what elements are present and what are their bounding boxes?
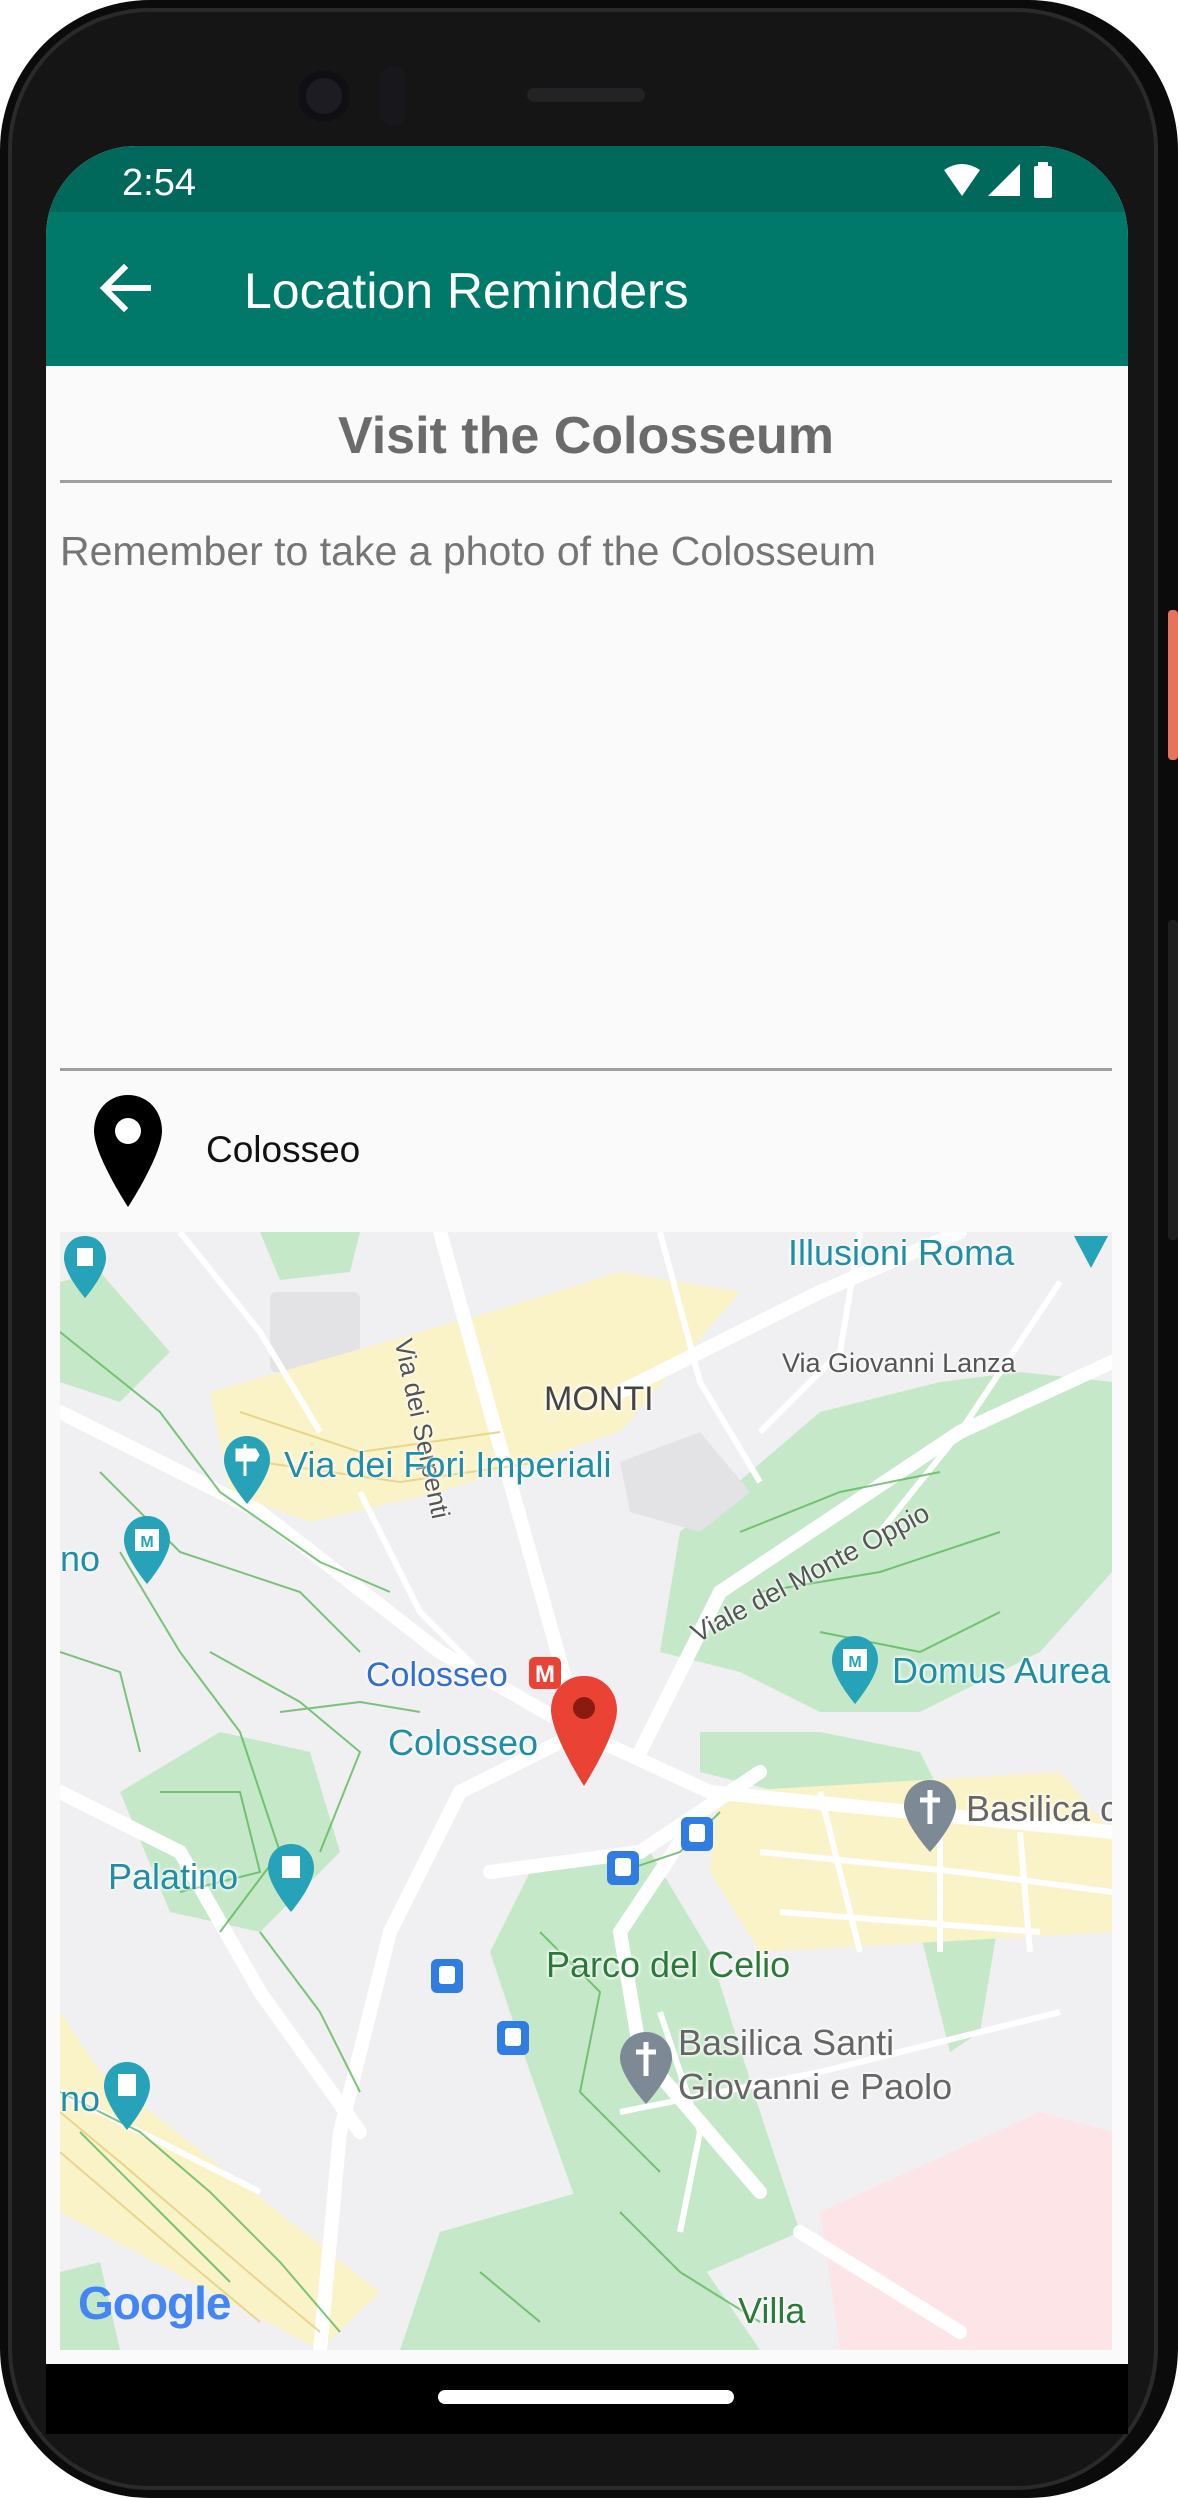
- signpost-poi-icon: [224, 1436, 270, 1504]
- google-logo-text: Google: [78, 2277, 231, 2329]
- status-time: 2:54: [122, 162, 196, 204]
- signal-icon: [988, 164, 1020, 196]
- svg-text:M: M: [140, 1534, 153, 1551]
- location-name: Colosseo: [206, 1129, 361, 1170]
- map-label-domus: Domus Aurea: [892, 1650, 1111, 1691]
- sensor: [380, 66, 406, 126]
- power-button: [1168, 610, 1178, 760]
- map-label-colosseo: Colosseo: [388, 1722, 539, 1763]
- home-indicator[interactable]: [438, 2390, 734, 2404]
- map-label-monti: MONTI: [544, 1380, 654, 1418]
- map-label-fori: Via dei Fori Imperiali: [284, 1444, 612, 1485]
- battery-icon: [1034, 162, 1052, 198]
- volume-button: [1168, 920, 1178, 1240]
- tower-poi-icon: [104, 2062, 150, 2130]
- map-label-no-1: no: [60, 1538, 101, 1579]
- map-label-palatino: Palatino: [108, 1856, 239, 1897]
- map-label-basilica-c: Basilica c: [966, 1788, 1112, 1829]
- location-row: Colosseo: [60, 1071, 1112, 1231]
- back-button[interactable]: [94, 256, 158, 320]
- reminder-description: Remember to take a photo of the Colosseu…: [60, 528, 876, 574]
- google-logo: Google: [78, 2276, 231, 2330]
- status-bar: 2:54: [46, 146, 1128, 212]
- museum-poi-icon: M: [124, 1516, 170, 1584]
- map-view[interactable]: M M M Illusioni Roma Via dei Serpenti Vi…: [60, 1232, 1112, 2350]
- tower-poi-icon: [64, 1236, 106, 1298]
- status-icons: [940, 162, 1060, 202]
- tower-poi-icon: [268, 1844, 314, 1912]
- map-label-giovanni-lanza: Via Giovanni Lanza: [782, 1348, 1016, 1378]
- map-label-celio: Parco del Celio: [546, 1944, 791, 1985]
- map-label-villa: Villa: [738, 2290, 806, 2331]
- svg-text:M: M: [848, 1654, 861, 1671]
- arrow-left-icon: [99, 263, 151, 313]
- earpiece-speaker: [527, 88, 645, 102]
- location-pin-icon: [94, 1095, 162, 1207]
- map-label-illusioni: Illusioni Roma: [788, 1232, 1015, 1273]
- museum-poi-icon: M: [832, 1636, 878, 1704]
- reminder-title-field: Visit the Colosseum: [60, 366, 1112, 483]
- map-marker-icon[interactable]: [548, 1674, 620, 1790]
- wifi-icon: [944, 164, 980, 196]
- map-label-colosseo-metro: Colosseo: [366, 1656, 508, 1694]
- map-label-basilica-santi-1: Basilica Santi: [678, 2022, 895, 2063]
- tram-stop-icon: [607, 1851, 639, 1885]
- map-label-no-2: no: [60, 2078, 101, 2119]
- app-title: Location Reminders: [244, 263, 689, 319]
- marker-poi-icon: [1074, 1236, 1108, 1268]
- tram-stop-icon: [431, 1959, 463, 1993]
- reminder-title: Visit the Colosseum: [337, 407, 835, 465]
- church-poi-icon: [904, 1780, 956, 1852]
- map-label-basilica-santi-2: Giovanni e Paolo: [678, 2066, 953, 2107]
- church-poi-icon: [620, 2032, 672, 2104]
- tram-stop-icon: [497, 2021, 529, 2055]
- screen: 2:54 Location Reminders Visit the Coloss…: [46, 146, 1128, 2364]
- app-bar: Location Reminders: [46, 212, 1128, 366]
- front-camera: [298, 70, 350, 122]
- tram-stop-icon: [681, 1817, 713, 1851]
